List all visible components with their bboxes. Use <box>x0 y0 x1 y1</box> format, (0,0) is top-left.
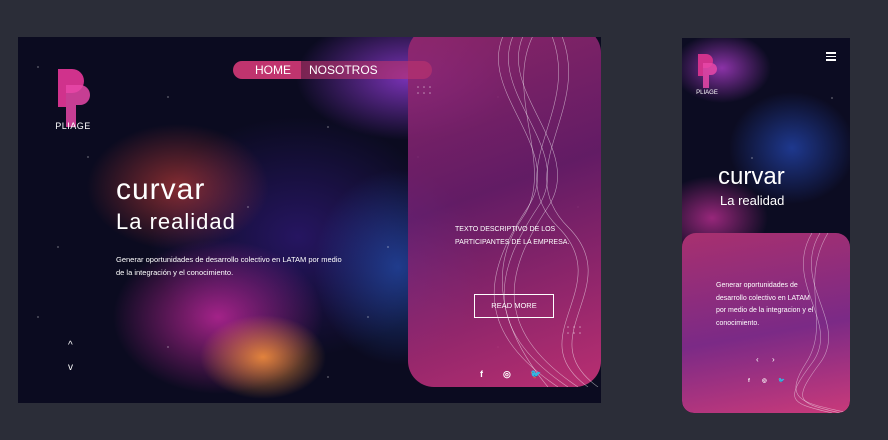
chevron-up-icon[interactable]: ^ <box>68 341 73 351</box>
headline-la-realidad: La realidad <box>116 209 236 234</box>
mobile-hero-description: Generar oportunidades de desarrollo cole… <box>716 282 814 327</box>
prev-arrow-icon[interactable]: ‹ <box>756 355 759 364</box>
info-panel <box>408 37 601 387</box>
nav-home[interactable]: HOME <box>233 61 301 79</box>
hamburger-menu-icon[interactable] <box>826 52 836 61</box>
mobile-mockup: PLIAGE curvar La realidad Generar oportu… <box>682 38 850 413</box>
next-arrow-icon[interactable]: › <box>772 355 775 364</box>
mobile-twitter-icon[interactable]: 🐦 <box>778 378 785 384</box>
wave-lines-graphic <box>417 37 599 387</box>
nav-nosotros[interactable]: NOSOTROS <box>301 61 432 79</box>
panel-description: TEXTO DESCRIPTIVO DE LOS PARTICIPANTES D… <box>455 226 570 246</box>
chevron-down-icon[interactable]: v <box>68 363 73 373</box>
mobile-pliage-logo[interactable] <box>695 52 717 90</box>
mobile-headline-curvar: curvar <box>718 163 785 190</box>
headline-curvar: curvar <box>116 173 206 206</box>
read-more-button[interactable]: READ MORE <box>474 294 554 318</box>
mobile-headline-la-realidad: La realidad <box>720 193 785 208</box>
hero-description: Generar oportunidades de desarrollo cole… <box>116 255 342 277</box>
mobile-instagram-icon[interactable]: ◎ <box>762 378 767 384</box>
desktop-mockup: PLIAGE HOME NOSOTROS curvar La realidad … <box>18 37 601 403</box>
mobile-logo-text: PLIAGE <box>696 90 718 96</box>
instagram-icon[interactable]: ◎ <box>503 369 511 380</box>
mobile-facebook-icon[interactable]: f <box>748 378 750 384</box>
twitter-icon[interactable]: 🐦 <box>530 369 541 380</box>
main-nav: HOME NOSOTROS <box>233 61 432 79</box>
logo-text: PLIAGE <box>55 121 91 131</box>
facebook-icon[interactable]: f <box>480 369 483 379</box>
